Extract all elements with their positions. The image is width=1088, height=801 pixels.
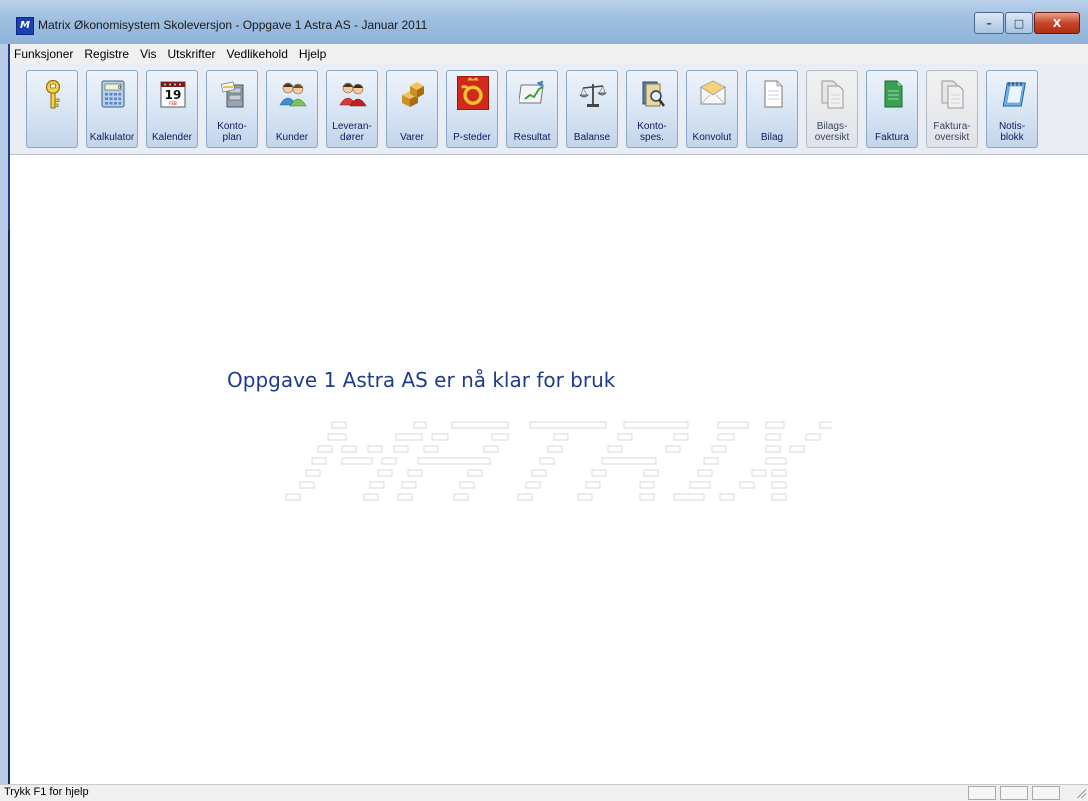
notisblokk-button[interactable]: Notis- blokk [986,70,1038,148]
menu-registre[interactable]: Registre [80,44,133,64]
boxes-icon [402,82,424,107]
suppliers-icon [339,82,367,107]
faktura-button[interactable]: Faktura [866,70,918,148]
main-content: Oppgave 1 Astra AS er nå klar for bruk [14,156,1088,784]
toolbar-label: Varer [400,132,424,143]
envelope-icon [700,80,726,105]
toolbar-label: Resultat [513,132,551,143]
bilag-button[interactable]: Bilag [746,70,798,148]
ledger-search-icon [642,81,665,107]
toolbar-label: Kalender [151,132,193,143]
menu-hjelp[interactable]: Hjelp [295,44,330,64]
app-logo-icon[interactable]: M [16,17,34,35]
status-bar: Trykk F1 for hjelp [0,784,1088,801]
status-cell [1032,786,1060,800]
notepad-icon [1002,82,1026,107]
status-message: Oppgave 1 Astra AS er nå klar for bruk [227,368,616,392]
toolbar-label: Konvolut [692,132,732,143]
document-icon [764,80,783,108]
status-cell [968,786,996,800]
invoices-icon [941,80,964,109]
toolbar-label: Kunder [275,132,309,143]
customers-icon [279,82,307,107]
menu-utskrifter[interactable]: Utskrifter [164,44,220,64]
fakturaoversikt-button[interactable]: Faktura- oversikt [926,70,978,148]
invoice-icon [884,80,903,108]
cabinet-icon [220,81,244,108]
resize-grip-icon[interactable] [1076,788,1086,798]
status-help-text: Trykk F1 for hjelp [4,786,89,798]
varer-button[interactable]: Varer [386,70,438,148]
key-icon [45,79,61,109]
calendar-button[interactable]: 19 FEB Kalender [146,70,198,148]
maximize-button[interactable]: □ [1005,12,1033,34]
resultat-button[interactable]: Resultat [506,70,558,148]
title-bar[interactable]: M Matrix Økonomisystem Skoleversjon - Op… [0,0,1088,44]
close-button[interactable]: X [1034,12,1080,34]
svg-text:19: 19 [165,88,182,102]
window-left-edge [0,44,10,784]
documents-icon [821,80,844,109]
toolbar-label: Bilag [760,132,784,143]
menu-funksjoner[interactable]: Funksjoner [10,44,77,64]
menu-bar: Funksjoner Registre Vis Utskrifter Vedli… [10,44,1088,64]
bilagsoversikt-button[interactable]: Bilags- oversikt [806,70,858,148]
toolbar-label: Leveran- dører [332,121,372,143]
svg-text:FEB: FEB [169,101,177,106]
kontospes-button[interactable]: Konto- spes. [626,70,678,148]
toolbar-label: Konto- spes. [637,121,667,143]
toolbar-label: Balanse [573,132,611,143]
p-steder-button[interactable]: P-steder [446,70,498,148]
balanse-button[interactable]: Balanse [566,70,618,148]
calendar-icon: 19 FEB [160,81,186,108]
edge-line-dark [8,230,10,784]
toolbar-label: Kalkulator [89,132,135,143]
scales-icon [579,84,607,107]
status-cell [1000,786,1028,800]
toolbar: 0 Kalkulator 19 FEB Kalender Konto- plan… [10,64,1088,155]
konvolut-button[interactable]: Konvolut [686,70,738,148]
kunder-button[interactable]: Kunder [266,70,318,148]
matrix-watermark-logo [285,421,832,501]
toolbar-label: P-steder [453,132,491,143]
leverandorer-button[interactable]: Leveran- dører [326,70,378,148]
toolbar-label: Notis- blokk [998,121,1026,143]
kontoplan-button[interactable]: Konto- plan [206,70,258,148]
toolbar-label: Bilags- oversikt [814,121,850,143]
menu-vedlikehold[interactable]: Vedlikehold [223,44,292,64]
posthorn-icon [457,76,489,110]
calculator-icon: 0 [101,80,125,108]
result-icon [519,80,544,104]
key-button[interactable] [26,70,78,148]
toolbar-label: Faktura [875,132,909,143]
svg-text:0: 0 [118,85,121,91]
calculator-button[interactable]: 0 Kalkulator [86,70,138,148]
toolbar-label: Faktura- oversikt [933,121,971,143]
window-controls: – □ X [973,12,1080,34]
window-title: Matrix Økonomisystem Skoleversjon - Oppg… [38,18,428,32]
minimize-button[interactable]: – [974,12,1004,34]
toolbar-label: Konto- plan [217,121,247,143]
menu-vis[interactable]: Vis [136,44,160,64]
